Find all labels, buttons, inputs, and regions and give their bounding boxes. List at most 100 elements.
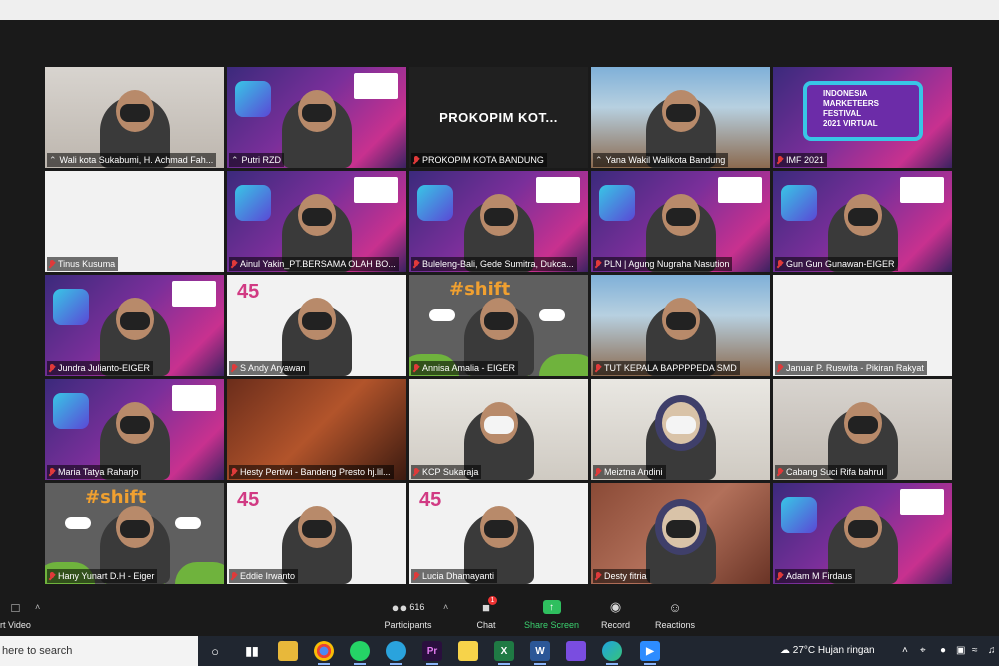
participant-tile[interactable]: 45 S Andy Aryawan <box>227 275 406 376</box>
taskbar-search-box[interactable]: here to search <box>0 636 198 666</box>
mic-muted-icon <box>413 155 419 165</box>
participant-tile[interactable]: Ainul Yakin_PT.BERSAMA OLAH BO... <box>227 171 406 272</box>
sponsor-logo <box>354 73 398 99</box>
participant-tile[interactable]: Januar P. Ruswita - Pikiran Rakyat <box>773 275 952 376</box>
participant-tile[interactable]: Buleleng-Bali, Gede Sumitra, Dukca... <box>409 171 588 272</box>
mic-muted-icon <box>595 259 601 269</box>
participant-tile[interactable]: #shift Annisa Amalia - EIGER <box>409 275 588 376</box>
zoom-icon[interactable]: ▶ <box>640 641 660 665</box>
sponsor-logo <box>900 177 944 203</box>
app-icon[interactable] <box>566 641 586 661</box>
mic-muted-icon <box>413 467 419 477</box>
anniversary-logo: 45 <box>237 489 260 511</box>
participants-label: Participants <box>384 620 432 630</box>
file-explorer-icon[interactable] <box>278 641 298 661</box>
participant-name-label: Lucia Dhamayanti <box>411 569 498 583</box>
windows-taskbar: here to search ○ ▮▮ Pr X W ▶ ☁ 27°C Huja… <box>0 636 999 666</box>
network-icon[interactable]: ⌖ <box>920 636 926 666</box>
participant-name: Cabang Suci Rifa bahrul <box>786 467 884 477</box>
excel-icon[interactable]: X <box>494 641 514 665</box>
sticky-notes-icon[interactable] <box>458 641 478 661</box>
participants-caret-icon[interactable]: ˄ <box>443 602 448 612</box>
participant-tile[interactable]: #shift Hany Yunart D.H - Eiger <box>45 483 224 584</box>
participant-tile[interactable]: Maria Tatya Raharjo <box>45 379 224 480</box>
mic-muted-icon <box>231 363 237 373</box>
chrome-icon[interactable] <box>314 641 334 665</box>
participant-tile[interactable]: TUT KEPALA BAPPPPEDA SMD <box>591 275 770 376</box>
event-logo <box>781 185 817 221</box>
wifi-icon[interactable]: ≈ <box>972 636 978 666</box>
mic-muted-icon <box>231 571 237 581</box>
participant-tile[interactable]: Hesty Pertiwi - Bandeng Presto hj.lil... <box>227 379 406 480</box>
participant-tile[interactable]: PROKOPIM KOT... PROKOPIM KOTA BANDUNG <box>409 67 588 168</box>
weather-text: 27°C Hujan ringan <box>792 645 875 656</box>
video-caret-icon[interactable]: ˄ <box>35 602 40 612</box>
mic-muted-icon <box>49 467 55 477</box>
participant-name: Eddie Irwanto <box>240 571 296 581</box>
record-icon: ◉ <box>609 599 622 614</box>
participants-button[interactable]: ●● 616 Participants <box>384 598 432 631</box>
participant-tile[interactable]: PLN | Agung Nugraha Nasution <box>591 171 770 272</box>
participant-tile[interactable]: INDONESIA MARKETEERS FESTIVAL 2021 VIRTUAL I… <box>773 67 952 168</box>
reactions-button[interactable]: ☺ Reactions <box>655 598 695 631</box>
mic-muted-icon <box>777 571 783 581</box>
tray-chevron-icon[interactable]: ˄ <box>902 636 908 666</box>
premiere-icon[interactable]: Pr <box>422 641 442 665</box>
mic-tray-icon[interactable]: ● <box>940 636 946 666</box>
sponsor-logo <box>354 177 398 203</box>
task-view-icon[interactable]: ▮▮ <box>242 641 262 661</box>
word-icon[interactable]: W <box>530 641 550 665</box>
participant-tile[interactable]: 45 Lucia Dhamayanti <box>409 483 588 584</box>
mic-muted-icon <box>231 259 237 269</box>
participant-name-label: Hany Yunart D.H - Eiger <box>47 569 158 583</box>
participant-name: Buleleng-Bali, Gede Sumitra, Dukca... <box>422 259 574 269</box>
event-logo <box>235 81 271 117</box>
telegram-icon[interactable] <box>386 641 406 665</box>
participant-name: Lucia Dhamayanti <box>422 571 495 581</box>
participant-name-label: Desty fitria <box>593 569 650 583</box>
cloud-graphic <box>539 309 565 321</box>
participant-name: Maria Tatya Raharjo <box>58 467 139 477</box>
participant-tile[interactable]: Meiztna Andini <box>591 379 770 480</box>
participant-avatar <box>645 506 716 584</box>
participant-tile[interactable]: ⌃ Putri RZD <box>227 67 406 168</box>
participant-tile[interactable]: Cabang Suci Rifa bahrul <box>773 379 952 480</box>
whatsapp-icon[interactable] <box>350 641 370 665</box>
shift-logo: #shift <box>85 487 147 508</box>
participant-name: Hany Yunart D.H - Eiger <box>58 571 155 581</box>
participant-tile[interactable]: Gun Gun Gunawan-EIGER <box>773 171 952 272</box>
participant-tile[interactable]: ⌃ Wali kota Sukabumi, H. Achmad Fah... <box>45 67 224 168</box>
participant-name-label: Annisa Amalia - EIGER <box>411 361 519 375</box>
cortana-icon[interactable]: ○ <box>205 641 225 661</box>
mic-muted-icon <box>595 467 601 477</box>
display-icon[interactable]: ▣ <box>956 636 965 666</box>
participant-name-label: PROKOPIM KOTA BANDUNG <box>411 153 547 167</box>
stop-video-button[interactable]: □ rt Video <box>0 598 31 631</box>
participant-avatar <box>281 90 352 168</box>
participant-tile[interactable]: Adam M Firdaus <box>773 483 952 584</box>
event-logo <box>417 185 453 221</box>
participant-tile[interactable]: 45 Eddie Irwanto <box>227 483 406 584</box>
participant-tile[interactable]: ⌃ Yana Wakil Walikota Bandung <box>591 67 770 168</box>
edge-icon[interactable] <box>602 641 622 665</box>
mic-muted-icon <box>49 363 55 373</box>
chat-button[interactable]: ■ 1 Chat <box>474 596 498 630</box>
mic-icon: ⌃ <box>595 155 603 165</box>
event-logo <box>53 393 89 429</box>
participant-tile[interactable]: Jundra Julianto-EIGER <box>45 275 224 376</box>
cloud-graphic <box>429 309 455 321</box>
participant-name: Januar P. Ruswita - Pikiran Rakyat <box>786 363 924 373</box>
record-button[interactable]: ◉ Record <box>601 598 630 630</box>
participant-name: TUT KEPALA BAPPPPEDA SMD <box>604 363 737 373</box>
weather-widget[interactable]: ☁ 27°C Hujan ringan <box>780 636 875 666</box>
participant-name-label: TUT KEPALA BAPPPPEDA SMD <box>593 361 740 375</box>
participant-name-label: IMF 2021 <box>775 153 828 167</box>
share-screen-button[interactable]: ↑ Share Screen <box>524 598 579 630</box>
mic-muted-icon <box>413 259 419 269</box>
participant-tile[interactable]: Tinus Kusuma <box>45 171 224 272</box>
participant-name-label: Tinus Kusuma <box>47 257 119 271</box>
participant-tile[interactable]: KCP Sukaraja <box>409 379 588 480</box>
volume-icon[interactable]: ♫ <box>988 636 996 666</box>
participant-tile[interactable]: Desty fitria <box>591 483 770 584</box>
gallery-grid: ⌃ Wali kota Sukabumi, H. Achmad Fah... ⌃ Pu… <box>45 67 952 584</box>
